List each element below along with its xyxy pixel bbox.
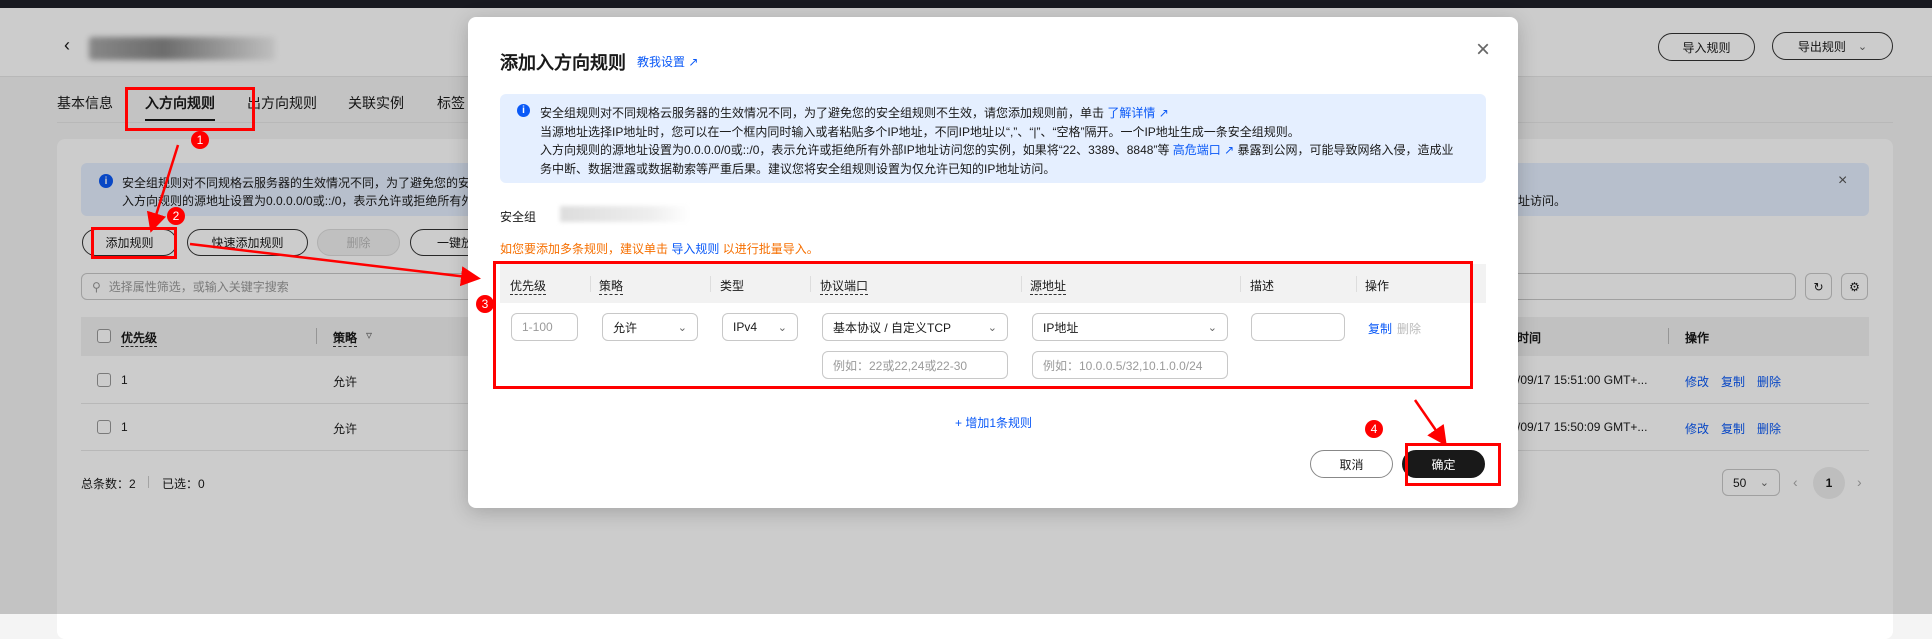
info-icon: i [517, 104, 530, 117]
import-rules-link[interactable]: 导入规则 [671, 242, 719, 256]
annotation-box-3 [493, 261, 1473, 389]
security-group-label: 安全组 [500, 210, 537, 224]
info-line: 安全组规则对不同规格云服务器的生效情况不同，为了避免您的安全组规则不生效，请您添… [540, 106, 1169, 120]
annotation-badge-1: 1 [191, 131, 209, 149]
annotation-box-1 [125, 87, 255, 131]
annotation-badge-4: 4 [1365, 420, 1383, 438]
annotation-box-4 [1405, 443, 1501, 486]
annotation-badge-3: 3 [476, 295, 494, 313]
batch-import-hint: 如您要添加多条规则，建议单击 导入规则 以进行批量导入。 [500, 242, 819, 256]
help-link[interactable]: 教我设置 ↗ [637, 53, 698, 70]
add-rule-row-link[interactable]: + 增加1条规则 [955, 414, 1032, 431]
learn-more-link[interactable]: 了解详情 ↗ [1107, 106, 1168, 120]
cancel-button[interactable]: 取消 [1310, 450, 1393, 478]
close-icon[interactable]: × [1476, 36, 1490, 64]
dialog-title: 添加入方向规则 [500, 53, 626, 73]
info-line: 入方向规则的源地址设置为0.0.0.0/0或::/0，表示允许或拒绝所有外部IP… [540, 143, 1454, 157]
annotation-badge-2: 2 [167, 207, 185, 225]
high-risk-ports-link[interactable]: 高危端口 ↗ [1173, 143, 1234, 157]
external-link-icon: ↗ [688, 55, 699, 69]
info-line: 务中断、数据泄露或数据勒索等严重后果。建议您将安全组规则设置为仅允许已知的IP地… [540, 162, 1056, 176]
blurred-security-group [560, 206, 690, 222]
annotation-box-2 [91, 227, 177, 259]
info-line: 当源地址选择IP地址时，您可以在一个框内同时输入或者粘贴多个IP地址，不同IP地… [540, 125, 1300, 139]
